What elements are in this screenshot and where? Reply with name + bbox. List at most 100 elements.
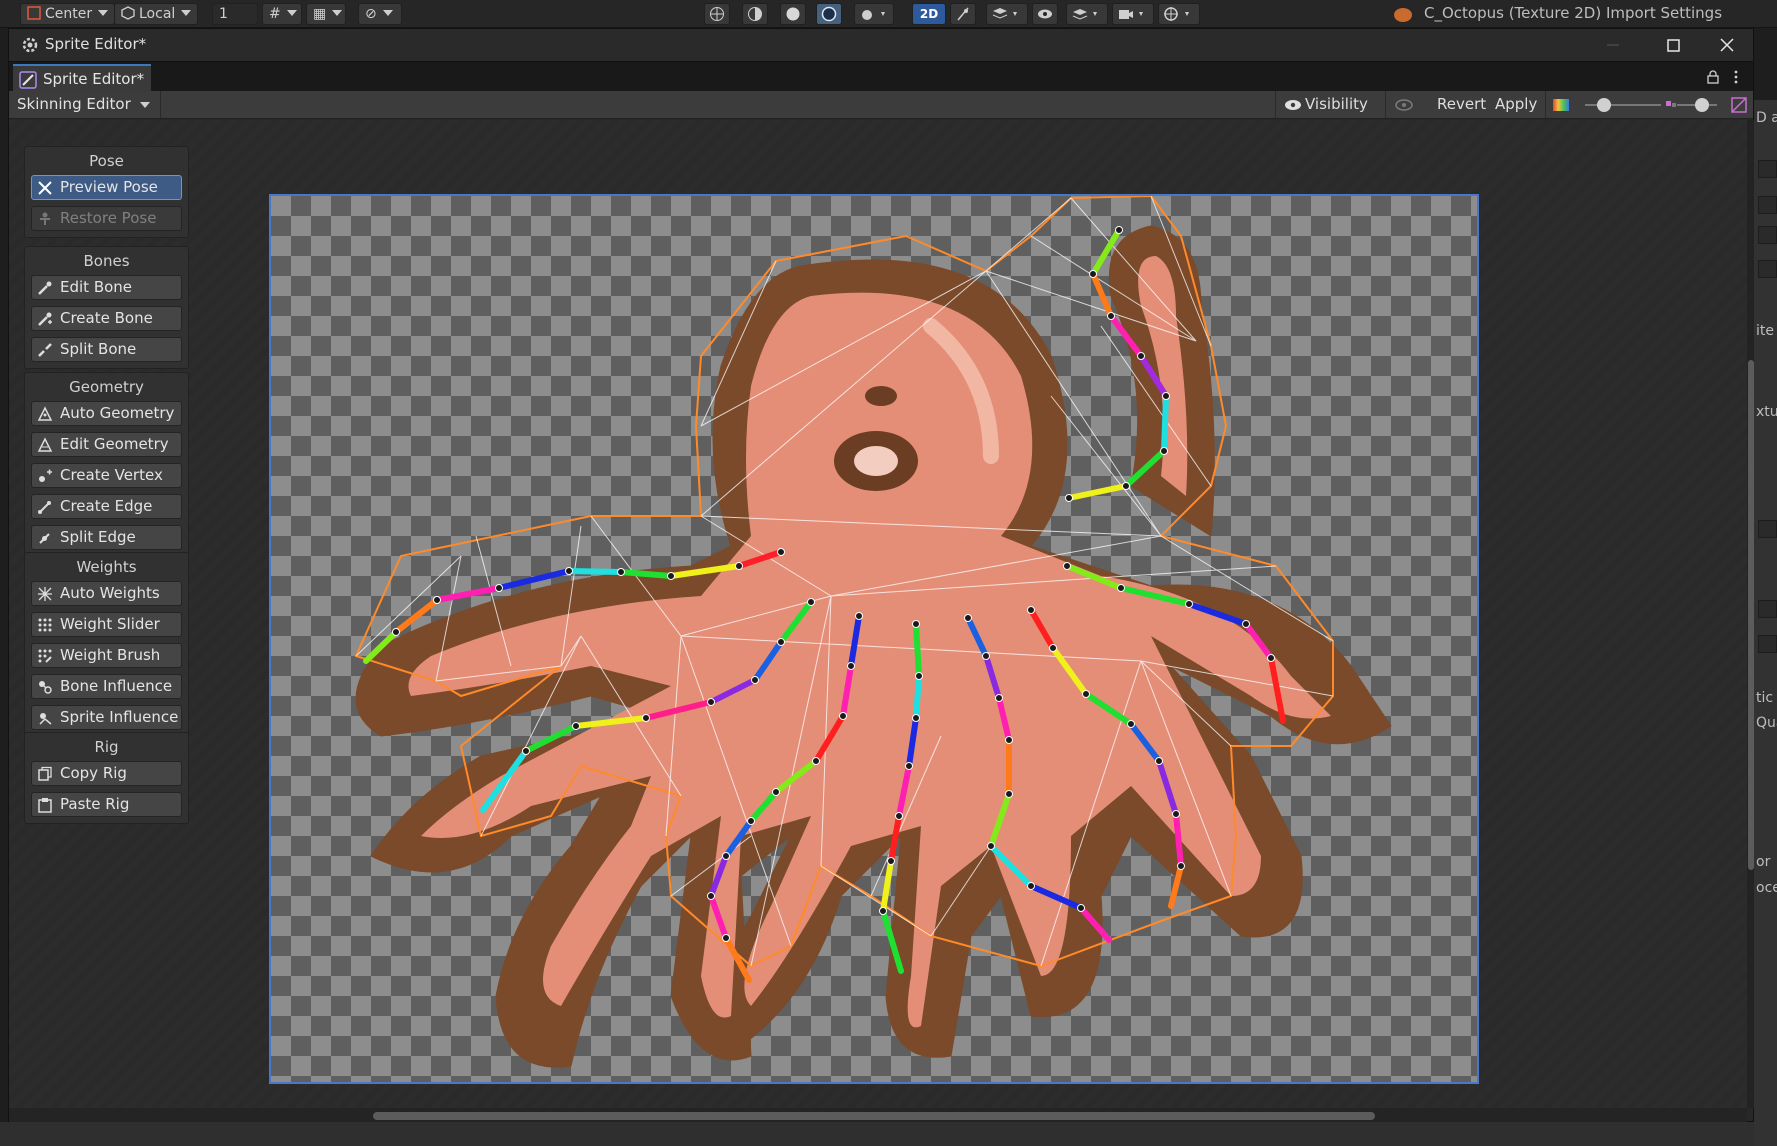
layers-dropdown[interactable] xyxy=(1066,3,1108,25)
create-bone-icon xyxy=(38,312,52,326)
octopus-asset-icon xyxy=(1394,8,1412,22)
create-edge-button[interactable]: Create Edge xyxy=(31,494,182,519)
scene-visibility-toggle[interactable] xyxy=(1032,3,1058,25)
inspector-label-3: xtur xyxy=(1756,404,1777,420)
split-bone-icon xyxy=(38,343,52,357)
gizmo-tool-dropdown[interactable]: ⊘ xyxy=(358,3,402,25)
space-dropdown[interactable]: Local xyxy=(114,3,199,25)
debug-draw-dropdown[interactable] xyxy=(854,3,894,25)
bone-influence-button[interactable]: Bone Influence xyxy=(31,674,182,699)
inspector-field[interactable] xyxy=(1758,520,1777,538)
sprite-editor-toolbar: Skinning Editor Visibility Revert Apply xyxy=(9,91,1753,119)
editor-mode-dropdown[interactable]: Skinning Editor xyxy=(9,91,161,118)
auto-geometry-button[interactable]: Auto Geometry xyxy=(31,401,182,426)
edit-bone-button[interactable]: Edit Bone xyxy=(31,275,182,300)
audio-effects-dropdown[interactable] xyxy=(986,3,1028,25)
sprite-editor-icon xyxy=(22,37,38,53)
bones-group-title: Bones xyxy=(83,252,130,270)
stack-icon xyxy=(1072,9,1097,20)
preview-pose-icon xyxy=(38,181,52,195)
inspector-field[interactable] xyxy=(1758,260,1777,278)
octopus-sprite[interactable] xyxy=(271,196,1479,1084)
inspector-label-7: oce xyxy=(1756,880,1777,896)
horizontal-scrollbar[interactable] xyxy=(9,1108,1747,1123)
tab-bar: Sprite Editor* xyxy=(9,61,1753,92)
weight-brush-icon xyxy=(38,649,52,663)
visibility-button[interactable]: Visibility xyxy=(1305,95,1368,113)
create-bone-button[interactable]: Create Bone xyxy=(31,306,182,331)
import-settings-title: C_Octopus (Texture 2D) Import Settings xyxy=(1424,4,1723,22)
paste-rig-button[interactable]: Paste Rig xyxy=(31,792,182,817)
skinning-canvas[interactable]: Pose Preview Pose Restore Pose Bones Edi… xyxy=(9,120,1747,1108)
2d-mode-toggle[interactable]: 2D xyxy=(912,3,946,25)
shaded-wireframe-button[interactable] xyxy=(742,3,768,25)
lock-icon[interactable] xyxy=(1707,70,1719,84)
globe-icon xyxy=(1164,7,1189,21)
sprite-rect[interactable] xyxy=(269,194,1479,1084)
tab-sprite-editor[interactable]: Sprite Editor* xyxy=(13,64,151,92)
inspector-label-2: ite xyxy=(1756,323,1774,339)
inspector-label-4: tic xyxy=(1756,690,1774,706)
tab-label: Sprite Editor* xyxy=(43,70,145,88)
pivot-dropdown[interactable]: Center xyxy=(20,3,116,25)
close-button[interactable] xyxy=(1715,33,1739,57)
zoom-slider-handle[interactable] xyxy=(1597,98,1611,112)
apply-button[interactable]: Apply xyxy=(1495,95,1537,113)
octopus-mouth xyxy=(854,446,898,476)
inspector-field[interactable] xyxy=(1758,196,1777,214)
chevron-down-icon xyxy=(382,10,393,16)
shaded-wire-icon xyxy=(748,7,762,21)
weight-slider-button[interactable]: Weight Slider xyxy=(31,612,182,637)
weight-slider-icon xyxy=(38,618,52,632)
inspector-label-5: Qua xyxy=(1756,715,1777,731)
preview-pose-button[interactable]: Preview Pose xyxy=(31,175,182,200)
unlit-button[interactable] xyxy=(816,3,842,25)
layers-icon xyxy=(992,8,1017,19)
split-bone-button[interactable]: Split Bone xyxy=(31,337,182,362)
compass-icon: ⊘ xyxy=(365,6,377,22)
create-vertex-button[interactable]: Create Vertex xyxy=(31,463,182,488)
revert-button[interactable]: Revert xyxy=(1437,95,1486,113)
weight-brush-button[interactable]: Weight Brush xyxy=(31,643,182,668)
gizmos-dropdown[interactable] xyxy=(1158,3,1200,25)
lighting-toggle[interactable] xyxy=(950,3,976,25)
sprite-influence-button[interactable]: Sprite Influence xyxy=(31,705,182,730)
restore-pose-button[interactable]: Restore Pose xyxy=(31,206,182,231)
inspector-field[interactable] xyxy=(1758,600,1777,618)
shaded-button[interactable] xyxy=(780,3,806,25)
rig-group-title: Rig xyxy=(94,738,119,756)
eye-icon xyxy=(1285,100,1301,110)
grid-snap-dropdown[interactable]: # xyxy=(262,3,302,25)
wireframe-shading-button[interactable] xyxy=(704,3,730,25)
grid-visibility-dropdown[interactable]: ▦ xyxy=(306,3,346,25)
inspector-field[interactable] xyxy=(1758,160,1777,178)
inspector-panel: D a ite xtur tic Qua or oce xyxy=(1754,100,1777,1146)
auto-weights-button[interactable]: Auto Weights xyxy=(31,581,182,606)
color-channel-icon[interactable] xyxy=(1553,99,1569,111)
window-title: Sprite Editor* xyxy=(45,35,147,53)
grid-size-input[interactable]: 1 xyxy=(212,3,258,25)
minimize-button[interactable] xyxy=(1601,33,1625,57)
cube-icon xyxy=(121,6,135,20)
maximize-button[interactable] xyxy=(1661,33,1685,57)
edit-geometry-button[interactable]: Edit Geometry xyxy=(31,432,182,457)
camera-dropdown[interactable] xyxy=(1112,3,1154,25)
pose-group: Pose Preview Pose Restore Pose xyxy=(24,146,189,238)
create-edge-icon xyxy=(38,501,51,514)
kebab-menu-icon[interactable] xyxy=(1733,70,1739,84)
copy-rig-button[interactable]: Copy Rig xyxy=(31,761,182,786)
weights-group: Weights Auto Weights Weight Slider Weigh… xyxy=(24,552,189,737)
close-icon xyxy=(1720,38,1734,52)
chevron-down-icon xyxy=(286,10,297,16)
split-edge-button[interactable]: Split Edge xyxy=(31,525,182,550)
inspector-field[interactable] xyxy=(1758,635,1777,653)
onion-eye-icon[interactable] xyxy=(1395,99,1413,111)
edit-geometry-icon xyxy=(37,437,53,452)
inspector-label-6: or xyxy=(1756,854,1771,870)
mip-slider-handle[interactable] xyxy=(1695,98,1709,112)
inspector-field[interactable] xyxy=(1758,226,1777,244)
horizontal-scroll-thumb[interactable] xyxy=(373,1112,1375,1120)
scene-toolbar: Center Local 1 # ▦ ⊘ 2D C_Octopus (Textu… xyxy=(0,0,1777,28)
camera-icon xyxy=(1119,10,1143,19)
maximize-icon xyxy=(1667,39,1680,52)
